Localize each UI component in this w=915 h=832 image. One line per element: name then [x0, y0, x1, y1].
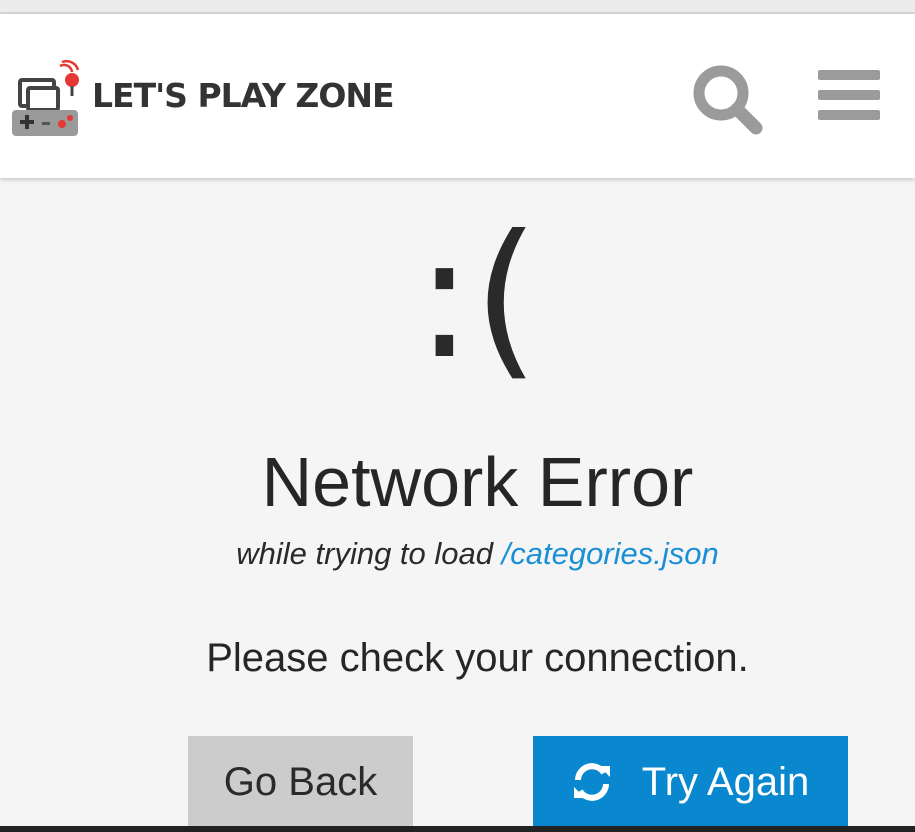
error-title: Network Error: [261, 443, 694, 521]
search-button[interactable]: [690, 62, 766, 138]
resource-link[interactable]: /categories.json: [502, 536, 719, 571]
sad-face-emoticon: :(: [415, 199, 540, 397]
error-page: :( Network Error while trying to load /c…: [0, 178, 915, 828]
go-back-label: Go Back: [223, 759, 378, 804]
try-again-button[interactable]: Try Again: [533, 736, 848, 828]
brand-name: LET'S PLAY ZONE: [92, 75, 395, 115]
refresh-icon: [573, 763, 610, 801]
try-again-label: Try Again: [641, 759, 810, 804]
hamburger-menu-icon: [818, 70, 880, 120]
connection-message: Please check your connection.: [206, 636, 749, 680]
error-detail: while trying to load /categories.json: [0, 536, 915, 572]
site-header: LET'S PLAY ZONE: [0, 14, 915, 178]
menu-button[interactable]: [812, 66, 884, 126]
error-detail-prefix: while trying to load: [236, 536, 493, 571]
go-back-button[interactable]: Go Back: [188, 736, 413, 828]
browser-top-strip: [0, 0, 915, 14]
site-logo[interactable]: LET'S PLAY ZONE: [10, 50, 395, 140]
gamepad-joystick-logo-icon: [12, 59, 80, 136]
bottom-edge-bar: [0, 826, 915, 832]
search-icon: [693, 65, 763, 135]
